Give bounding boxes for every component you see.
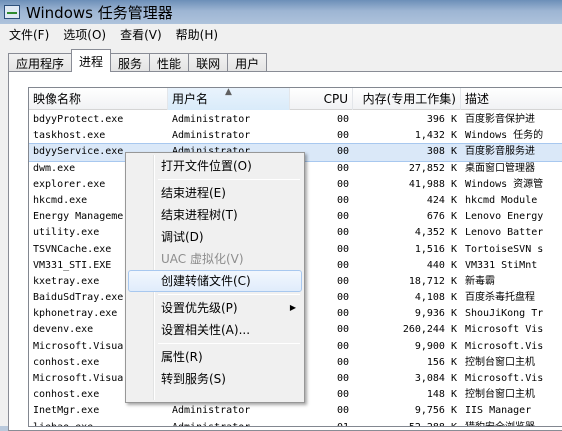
cell-cpu: 00	[336, 114, 349, 125]
column-image-name[interactable]: 映像名称	[29, 88, 168, 110]
cell-description: VM331 StiMnt	[465, 259, 538, 271]
task-manager-icon	[4, 5, 20, 19]
cell-cpu: 00	[336, 405, 349, 417]
cell-memory: 156 K	[426, 356, 457, 368]
cell-memory: 440 K	[426, 259, 457, 271]
menu-set-priority-label: 设置优先级(P)	[161, 301, 238, 315]
list-header: 映像名称 ▲ 用户名 CPU 内存(专用工作集) 描述	[29, 88, 562, 110]
tab-users[interactable]: 用户	[227, 53, 268, 72]
cell-description: 控制台窗口主机	[465, 389, 535, 401]
menu-separator	[158, 179, 300, 180]
cell-description: Microsoft.Vis	[465, 373, 544, 384]
menu-properties[interactable]: 属性(R)	[128, 346, 302, 368]
menu-go-to-service[interactable]: 转到服务(S)	[128, 368, 302, 390]
sort-ascending-icon: ▲	[225, 88, 232, 97]
cell-description: TortoiseSVN s	[465, 243, 544, 255]
tab-networking[interactable]: 联网	[188, 53, 229, 72]
table-row[interactable]: bdyyProtect.exe Administrator 00 396 K 百度影音保…	[29, 112, 562, 128]
cell-description: ShouJiKong Tr	[465, 308, 544, 320]
menu-end-process-tree[interactable]: 结束进程树(T)	[128, 204, 302, 226]
cell-memory: 9,936 K	[414, 308, 457, 320]
menu-debug[interactable]: 调试(D)	[128, 226, 302, 248]
cell-description: 百度影音保护进	[465, 114, 535, 125]
cell-user-name: Administrator	[172, 130, 251, 142]
tab-processes[interactable]: 进程	[71, 49, 112, 72]
column-description[interactable]: 描述	[461, 88, 562, 110]
cell-memory: 396 K	[426, 114, 457, 125]
table-row[interactable]: taskhost.exe Administrator 00 1,432 K Window…	[29, 128, 562, 144]
menu-separator	[158, 294, 300, 295]
cell-description: Windows 任务的	[465, 130, 544, 142]
cell-description: Lenovo Energy	[465, 211, 544, 223]
column-memory[interactable]: 内存(专用工作集)	[353, 88, 461, 110]
menu-open-file-location[interactable]: 打开文件位置(O)	[128, 155, 302, 177]
window-title: Windows 任务管理器	[26, 3, 173, 22]
cell-description: 百度影音服务进	[465, 146, 535, 158]
cell-description: 新毒霸	[465, 275, 495, 287]
column-user-name[interactable]: ▲ 用户名	[168, 88, 290, 110]
cell-memory: 260,244 K	[402, 324, 457, 336]
menu-uac-virtualization: UAC 虚拟化(V)	[161, 252, 244, 266]
menu-help[interactable]: 帮助(H)	[169, 24, 225, 45]
menu-set-affinity[interactable]: 设置相关性(A)...	[128, 319, 302, 341]
cell-image-name: taskhost.exe	[33, 130, 106, 142]
menu-view[interactable]: 查看(V)	[113, 24, 169, 45]
menu-file[interactable]: 文件(F)	[2, 24, 56, 45]
menu-separator	[158, 343, 300, 344]
cell-memory: 424 K	[426, 194, 457, 206]
title-bar: Windows 任务管理器	[0, 0, 562, 24]
tab-performance[interactable]: 性能	[149, 53, 190, 72]
cell-description: Microsoft Vis	[465, 324, 544, 336]
menu-bar: 文件(F) 选项(O) 查看(V) 帮助(H)	[0, 24, 562, 45]
table-row[interactable]: InetMgr.exe Administrator 00 9,756 K IIS Man…	[29, 403, 562, 419]
context-menu: 打开文件位置(O) 结束进程(E) 结束进程树(T) 调试(D) UAC 虚拟化…	[125, 152, 305, 403]
tab-applications[interactable]: 应用程序	[8, 53, 73, 72]
cell-memory: 9,900 K	[414, 340, 457, 352]
cell-description: Lenovo Batter	[465, 227, 544, 239]
cell-memory: 27,852 K	[408, 162, 457, 174]
cell-memory: 9,756 K	[414, 405, 457, 417]
cell-cpu: 00	[336, 130, 349, 142]
cell-memory: 4,352 K	[414, 227, 457, 239]
cell-description: 桌面窗口管理器	[465, 162, 535, 174]
cell-description: 百度杀毒托盘程	[465, 292, 535, 304]
cell-memory: 1,516 K	[414, 243, 457, 255]
cell-image-name: bdyyProtect.exe	[33, 114, 124, 125]
cell-memory: 308 K	[426, 146, 457, 158]
cell-description: hkcmd Module	[465, 194, 538, 206]
cell-memory: 4,108 K	[414, 292, 457, 304]
cell-description: 控制台窗口主机	[465, 356, 535, 368]
submenu-arrow-icon: ▶	[289, 303, 296, 312]
cell-user-name: Administrator	[172, 405, 251, 417]
cell-memory: 3,084 K	[414, 373, 457, 384]
cell-description: Windows 资源管	[465, 178, 544, 190]
column-cpu[interactable]: CPU	[290, 88, 353, 110]
cell-memory: 148 K	[426, 389, 457, 401]
cell-description: Microsoft.Vis	[465, 340, 544, 352]
column-user-name-label: 用户名	[172, 92, 209, 106]
cell-user-name: Administrator	[172, 114, 251, 125]
cell-image-name: InetMgr.exe	[33, 405, 100, 417]
cell-memory: 676 K	[426, 211, 457, 223]
menu-end-process[interactable]: 结束进程(E)	[128, 182, 302, 204]
menu-create-dump-file[interactable]: 创建转储文件(C)	[128, 270, 302, 292]
tab-services[interactable]: 服务	[110, 53, 151, 72]
cell-description: IIS Manager	[465, 405, 532, 417]
menu-set-priority[interactable]: 设置优先级(P) ▶	[128, 297, 302, 319]
tab-strip: 应用程序 进程 服务 性能 联网 用户	[8, 49, 268, 72]
menu-options[interactable]: 选项(O)	[56, 24, 113, 45]
cell-memory: 1,432 K	[414, 130, 457, 142]
cell-memory: 18,712 K	[408, 275, 457, 287]
cell-memory: 41,988 K	[408, 178, 457, 190]
